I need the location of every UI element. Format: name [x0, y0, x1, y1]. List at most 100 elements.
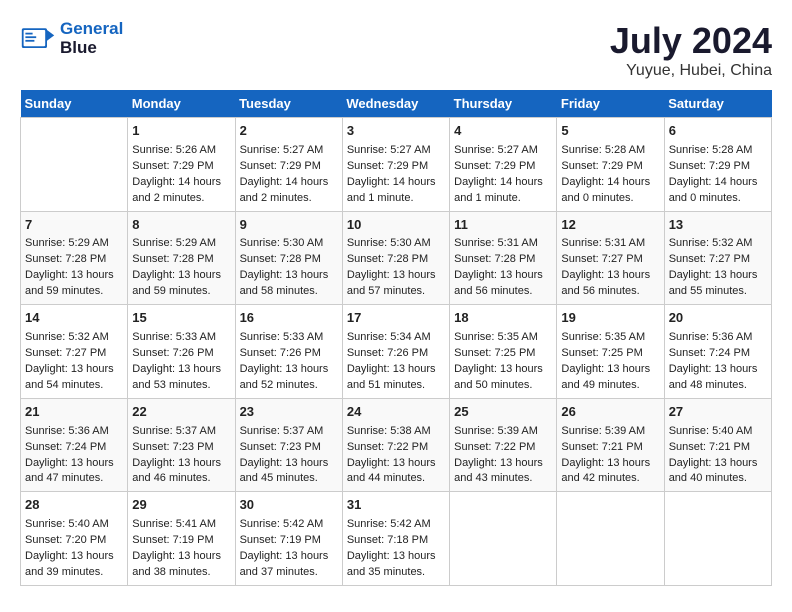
day-header-tuesday: Tuesday	[235, 90, 342, 118]
cell-text: Daylight: 13 hours	[240, 456, 338, 472]
cell-text: Sunset: 7:27 PM	[669, 252, 767, 268]
cell-text: Daylight: 13 hours	[25, 549, 123, 565]
day-number: 5	[561, 122, 659, 141]
page-header: General Blue July 2024 Yuyue, Hubei, Chi…	[20, 20, 772, 80]
day-header-thursday: Thursday	[450, 90, 557, 118]
cell-text: Sunset: 7:29 PM	[669, 159, 767, 175]
cell-text: and 59 minutes.	[132, 284, 230, 300]
cell-text: Daylight: 13 hours	[669, 362, 767, 378]
cell-text: and 43 minutes.	[454, 471, 552, 487]
cell-text: and 1 minute.	[454, 191, 552, 207]
logo: General Blue	[20, 20, 123, 57]
cell-text: Sunrise: 5:33 AM	[132, 330, 230, 346]
day-header-saturday: Saturday	[664, 90, 771, 118]
calendar-week-1: 1Sunrise: 5:26 AMSunset: 7:29 PMDaylight…	[21, 118, 772, 212]
calendar-cell	[21, 118, 128, 212]
day-number: 2	[240, 122, 338, 141]
cell-text: and 42 minutes.	[561, 471, 659, 487]
day-number: 7	[25, 216, 123, 235]
cell-text: Daylight: 13 hours	[347, 362, 445, 378]
calendar-cell	[664, 492, 771, 586]
cell-text: Sunset: 7:25 PM	[454, 346, 552, 362]
day-number: 20	[669, 309, 767, 328]
cell-text: Sunset: 7:23 PM	[240, 440, 338, 456]
location: Yuyue, Hubei, China	[610, 62, 772, 80]
day-header-friday: Friday	[557, 90, 664, 118]
cell-text: Sunrise: 5:40 AM	[669, 424, 767, 440]
cell-text: Sunset: 7:27 PM	[25, 346, 123, 362]
cell-text: and 53 minutes.	[132, 378, 230, 394]
calendar-cell: 18Sunrise: 5:35 AMSunset: 7:25 PMDayligh…	[450, 305, 557, 399]
cell-text: Sunset: 7:28 PM	[132, 252, 230, 268]
cell-text: Sunrise: 5:27 AM	[347, 143, 445, 159]
cell-text: and 38 minutes.	[132, 565, 230, 581]
cell-text: Sunset: 7:24 PM	[669, 346, 767, 362]
cell-text: Daylight: 13 hours	[454, 362, 552, 378]
day-number: 21	[25, 403, 123, 422]
day-number: 9	[240, 216, 338, 235]
cell-text: Sunrise: 5:39 AM	[561, 424, 659, 440]
cell-text: and 47 minutes.	[25, 471, 123, 487]
day-number: 25	[454, 403, 552, 422]
cell-text: Sunset: 7:24 PM	[25, 440, 123, 456]
title-block: July 2024 Yuyue, Hubei, China	[610, 20, 772, 80]
cell-text: Sunrise: 5:34 AM	[347, 330, 445, 346]
cell-text: Sunrise: 5:32 AM	[669, 236, 767, 252]
cell-text: and 46 minutes.	[132, 471, 230, 487]
cell-text: Sunrise: 5:28 AM	[669, 143, 767, 159]
calendar-cell: 22Sunrise: 5:37 AMSunset: 7:23 PMDayligh…	[128, 398, 235, 492]
cell-text: Sunrise: 5:36 AM	[669, 330, 767, 346]
day-number: 29	[132, 496, 230, 515]
cell-text: and 56 minutes.	[561, 284, 659, 300]
logo-icon	[20, 21, 56, 57]
cell-text: Sunset: 7:28 PM	[347, 252, 445, 268]
cell-text: and 55 minutes.	[669, 284, 767, 300]
calendar-cell: 17Sunrise: 5:34 AMSunset: 7:26 PMDayligh…	[342, 305, 449, 399]
calendar-cell	[450, 492, 557, 586]
cell-text: Daylight: 13 hours	[240, 268, 338, 284]
day-number: 24	[347, 403, 445, 422]
calendar-cell: 4Sunrise: 5:27 AMSunset: 7:29 PMDaylight…	[450, 118, 557, 212]
cell-text: Sunset: 7:21 PM	[561, 440, 659, 456]
calendar-cell: 3Sunrise: 5:27 AMSunset: 7:29 PMDaylight…	[342, 118, 449, 212]
cell-text: Sunrise: 5:35 AM	[454, 330, 552, 346]
cell-text: Daylight: 13 hours	[240, 549, 338, 565]
day-number: 10	[347, 216, 445, 235]
day-header-wednesday: Wednesday	[342, 90, 449, 118]
calendar-cell: 31Sunrise: 5:42 AMSunset: 7:18 PMDayligh…	[342, 492, 449, 586]
day-number: 12	[561, 216, 659, 235]
cell-text: Sunrise: 5:40 AM	[25, 517, 123, 533]
cell-text: and 35 minutes.	[347, 565, 445, 581]
cell-text: and 51 minutes.	[347, 378, 445, 394]
cell-text: Sunrise: 5:37 AM	[132, 424, 230, 440]
calendar-cell: 28Sunrise: 5:40 AMSunset: 7:20 PMDayligh…	[21, 492, 128, 586]
calendar-cell	[557, 492, 664, 586]
cell-text: and 39 minutes.	[25, 565, 123, 581]
day-header-monday: Monday	[128, 90, 235, 118]
calendar-cell: 6Sunrise: 5:28 AMSunset: 7:29 PMDaylight…	[664, 118, 771, 212]
calendar-cell: 1Sunrise: 5:26 AMSunset: 7:29 PMDaylight…	[128, 118, 235, 212]
cell-text: Sunset: 7:26 PM	[347, 346, 445, 362]
cell-text: and 45 minutes.	[240, 471, 338, 487]
calendar-cell: 30Sunrise: 5:42 AMSunset: 7:19 PMDayligh…	[235, 492, 342, 586]
cell-text: Daylight: 13 hours	[561, 268, 659, 284]
cell-text: Sunset: 7:23 PM	[132, 440, 230, 456]
cell-text: Sunset: 7:29 PM	[132, 159, 230, 175]
calendar-week-3: 14Sunrise: 5:32 AMSunset: 7:27 PMDayligh…	[21, 305, 772, 399]
cell-text: Daylight: 14 hours	[347, 175, 445, 191]
cell-text: and 57 minutes.	[347, 284, 445, 300]
cell-text: Sunset: 7:21 PM	[669, 440, 767, 456]
cell-text: Sunrise: 5:26 AM	[132, 143, 230, 159]
day-number: 1	[132, 122, 230, 141]
cell-text: Daylight: 13 hours	[561, 456, 659, 472]
day-number: 4	[454, 122, 552, 141]
calendar-cell: 27Sunrise: 5:40 AMSunset: 7:21 PMDayligh…	[664, 398, 771, 492]
cell-text: Sunset: 7:27 PM	[561, 252, 659, 268]
day-number: 8	[132, 216, 230, 235]
cell-text: Sunrise: 5:42 AM	[347, 517, 445, 533]
cell-text: Sunset: 7:28 PM	[240, 252, 338, 268]
cell-text: Sunrise: 5:42 AM	[240, 517, 338, 533]
day-number: 22	[132, 403, 230, 422]
cell-text: and 59 minutes.	[25, 284, 123, 300]
cell-text: Sunrise: 5:35 AM	[561, 330, 659, 346]
